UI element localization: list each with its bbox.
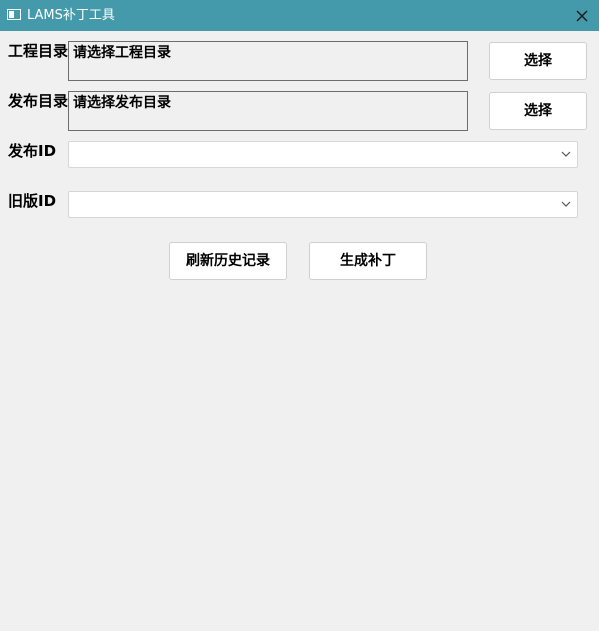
old-id-label: 旧版ID — [8, 192, 57, 210]
publish-dir-field[interactable]: 请选择发布目录 — [68, 91, 468, 131]
generate-patch-button[interactable]: 生成补丁 — [309, 242, 427, 280]
refresh-history-button[interactable]: 刷新历史记录 — [169, 242, 287, 280]
window-title: LAMS补丁工具 — [27, 8, 115, 23]
select-project-dir-button[interactable]: 选择 — [489, 42, 587, 80]
title-bar[interactable]: LAMS补丁工具 — [0, 0, 599, 31]
publish-dir-label: 发布目录 — [8, 92, 69, 110]
close-button[interactable] — [568, 4, 596, 28]
chevron-down-icon — [561, 201, 571, 207]
publish-id-label: 发布ID — [8, 142, 57, 160]
close-icon — [576, 10, 588, 22]
app-window: LAMS补丁工具 工程目录 请选择工程目录 选择 发布目录 请选择发布目录 选择… — [0, 0, 599, 631]
publish-id-select[interactable] — [68, 141, 578, 168]
project-dir-field[interactable]: 请选择工程目录 — [68, 41, 468, 81]
chevron-down-icon — [561, 151, 571, 157]
window-icon — [7, 9, 21, 20]
old-id-select[interactable] — [68, 191, 578, 218]
project-dir-label: 工程目录 — [8, 42, 69, 60]
select-publish-dir-button[interactable]: 选择 — [489, 92, 587, 130]
